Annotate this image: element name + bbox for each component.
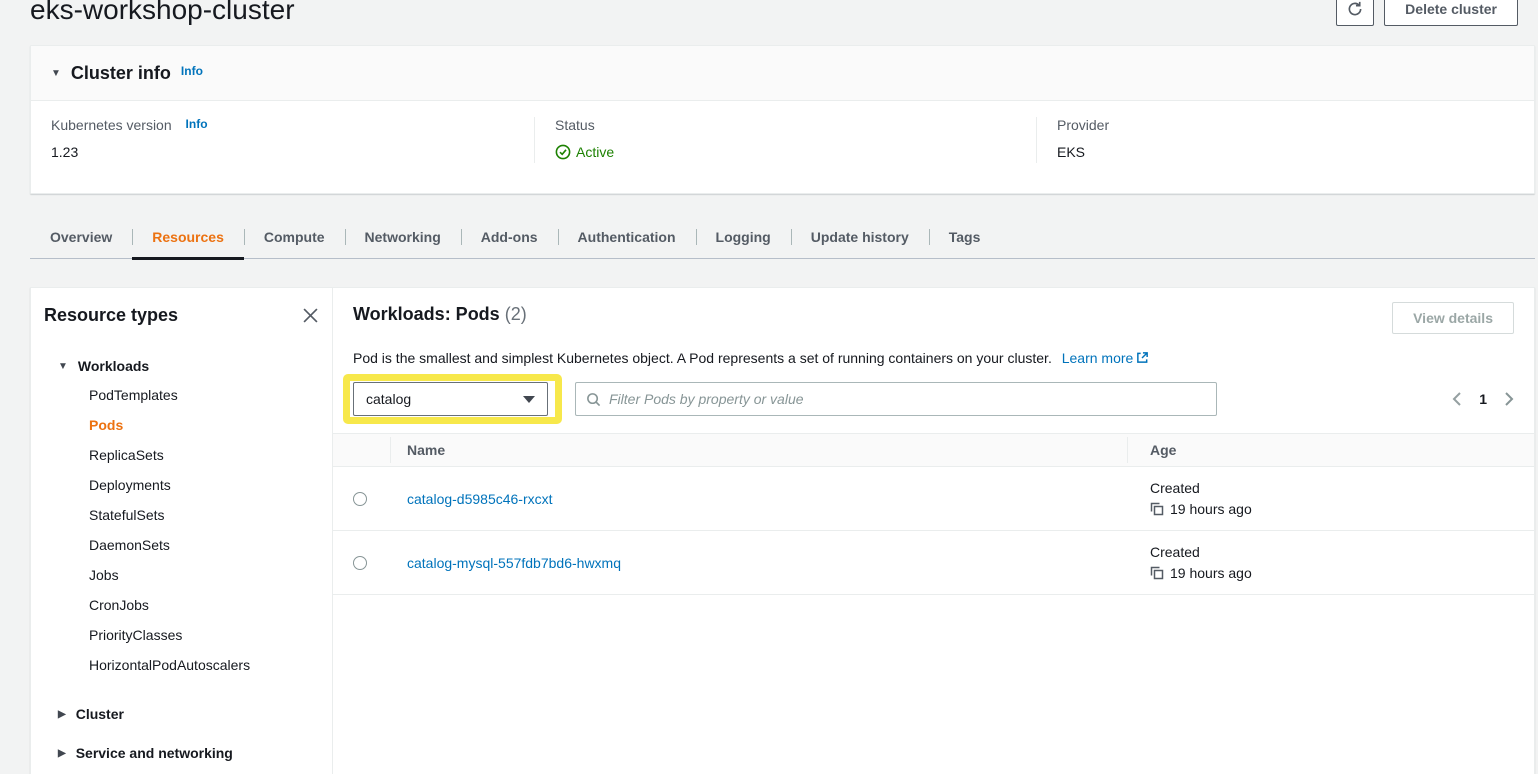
kubernetes-version-label: Kubernetes version Info (51, 117, 534, 133)
status-check-icon (555, 144, 571, 160)
sidebar-item-deployments[interactable]: Deployments (89, 470, 318, 500)
learn-more-link[interactable]: Learn more (1062, 350, 1134, 366)
pods-section-title: Workloads: Pods (2) (353, 303, 527, 325)
sidebar-item-replicasets[interactable]: ReplicaSets (89, 440, 318, 470)
dropdown-selected-value: catalog (366, 391, 411, 407)
tab-compute[interactable]: Compute (244, 218, 345, 258)
table-row: catalog-d5985c46-rxcxt Created 19 hours … (333, 467, 1534, 531)
provider-value: EKS (1057, 144, 1534, 160)
previous-page-icon[interactable] (1452, 391, 1462, 407)
provider-field: Provider EKS (1036, 117, 1534, 163)
kubernetes-version-field: Kubernetes version Info 1.23 (31, 117, 534, 163)
copy-icon[interactable] (1150, 566, 1164, 580)
close-icon[interactable] (303, 308, 318, 323)
resources-panel: Resource types ▼ Workloads PodTemplates … (30, 287, 1535, 774)
pods-description: Pod is the smallest and simplest Kuberne… (353, 348, 1514, 368)
sidebar-item-cronjobs[interactable]: CronJobs (89, 590, 318, 620)
column-header-age[interactable]: Age (1127, 442, 1534, 458)
pod-filter-dropdown[interactable]: catalog (353, 382, 548, 416)
resource-types-title: Resource types (44, 305, 178, 326)
chevron-down-icon (523, 396, 535, 403)
next-page-icon[interactable] (1504, 391, 1514, 407)
status-value: Active (555, 144, 614, 160)
sidebar-item-daemonsets[interactable]: DaemonSets (89, 530, 318, 560)
collapse-caret-icon: ▼ (51, 68, 61, 79)
delete-cluster-button[interactable]: Delete cluster (1384, 0, 1518, 26)
tab-networking[interactable]: Networking (345, 218, 461, 258)
tab-overview[interactable]: Overview (30, 218, 132, 258)
caret-down-icon: ▼ (58, 361, 68, 372)
search-placeholder: Filter Pods by property or value (609, 391, 804, 407)
sidebar-item-jobs[interactable]: Jobs (89, 560, 318, 590)
tab-update-history[interactable]: Update history (791, 218, 929, 258)
row-radio-button[interactable] (353, 492, 367, 506)
cluster-info-title: Cluster info (71, 63, 171, 84)
pod-age-cell: Created 19 hours ago (1127, 544, 1534, 581)
pods-content: Workloads: Pods (2) View details Pod is … (333, 288, 1534, 774)
pagination: 1 (1452, 391, 1514, 407)
tab-add-ons[interactable]: Add-ons (461, 218, 558, 258)
header-actions: Delete cluster (1336, 0, 1518, 26)
refresh-icon (1346, 0, 1364, 18)
resource-types-sidebar: Resource types ▼ Workloads PodTemplates … (31, 288, 333, 774)
sidebar-item-statefulsets[interactable]: StatefulSets (89, 500, 318, 530)
kubernetes-version-info-link[interactable]: Info (186, 117, 208, 131)
tab-tags[interactable]: Tags (929, 218, 1001, 258)
pod-age-cell: Created 19 hours ago (1127, 480, 1534, 517)
view-details-button[interactable]: View details (1392, 302, 1514, 334)
caret-right-icon: ▶ (58, 748, 66, 759)
table-row: catalog-mysql-557fdb7bd6-hwxmq Created 1… (333, 531, 1534, 595)
cluster-tabs: Overview Resources Compute Networking Ad… (30, 218, 1535, 259)
copy-icon[interactable] (1150, 502, 1164, 516)
cluster-info-body: Kubernetes version Info 1.23 Status Acti… (31, 101, 1534, 163)
row-radio-button[interactable] (353, 556, 367, 570)
sidebar-item-horizontalpodautoscalers[interactable]: HorizontalPodAutoscalers (89, 650, 318, 680)
sidebar-item-podtemplates[interactable]: PodTemplates (89, 380, 318, 410)
search-icon (586, 392, 601, 407)
kubernetes-version-value: 1.23 (51, 144, 534, 160)
workloads-item-list: PodTemplates Pods ReplicaSets Deployment… (44, 380, 318, 680)
external-link-icon (1136, 351, 1149, 364)
sidebar-group-cluster[interactable]: ▶ Cluster (44, 706, 318, 722)
sidebar-item-priorityclasses[interactable]: PriorityClasses (89, 620, 318, 650)
pods-table: Name Age catalog-d5985c46-rxcxt Created (333, 433, 1534, 595)
cluster-info-info-link[interactable]: Info (181, 64, 203, 78)
pods-count: (2) (505, 304, 527, 324)
tab-logging[interactable]: Logging (696, 218, 791, 258)
cluster-info-card: ▼ Cluster info Info Kubernetes version I… (30, 45, 1535, 194)
pod-name-link[interactable]: catalog-d5985c46-rxcxt (407, 491, 553, 507)
cluster-info-header[interactable]: ▼ Cluster info Info (31, 46, 1534, 101)
status-label: Status (555, 117, 1036, 133)
pod-name-link[interactable]: catalog-mysql-557fdb7bd6-hwxmq (407, 555, 621, 571)
filter-row: catalog Filter Pods by property or value (353, 374, 1514, 424)
table-header-row: Name Age (333, 433, 1534, 467)
tab-resources[interactable]: Resources (132, 218, 244, 258)
provider-label: Provider (1057, 117, 1534, 133)
refresh-button[interactable] (1336, 0, 1374, 26)
current-page[interactable]: 1 (1479, 391, 1487, 407)
dropdown-highlight-annotation: catalog (343, 374, 562, 424)
sidebar-group-service-and-networking[interactable]: ▶ Service and networking (44, 745, 318, 761)
sidebar-group-workloads[interactable]: ▼ Workloads (44, 358, 318, 374)
status-field: Status Active (534, 117, 1036, 163)
sidebar-item-pods[interactable]: Pods (89, 410, 318, 440)
tab-authentication[interactable]: Authentication (558, 218, 696, 258)
caret-right-icon: ▶ (58, 709, 66, 720)
column-header-name[interactable]: Name (390, 442, 1127, 458)
pods-filter-input[interactable]: Filter Pods by property or value (575, 382, 1217, 416)
page-title: eks-workshop-cluster (30, 0, 295, 27)
